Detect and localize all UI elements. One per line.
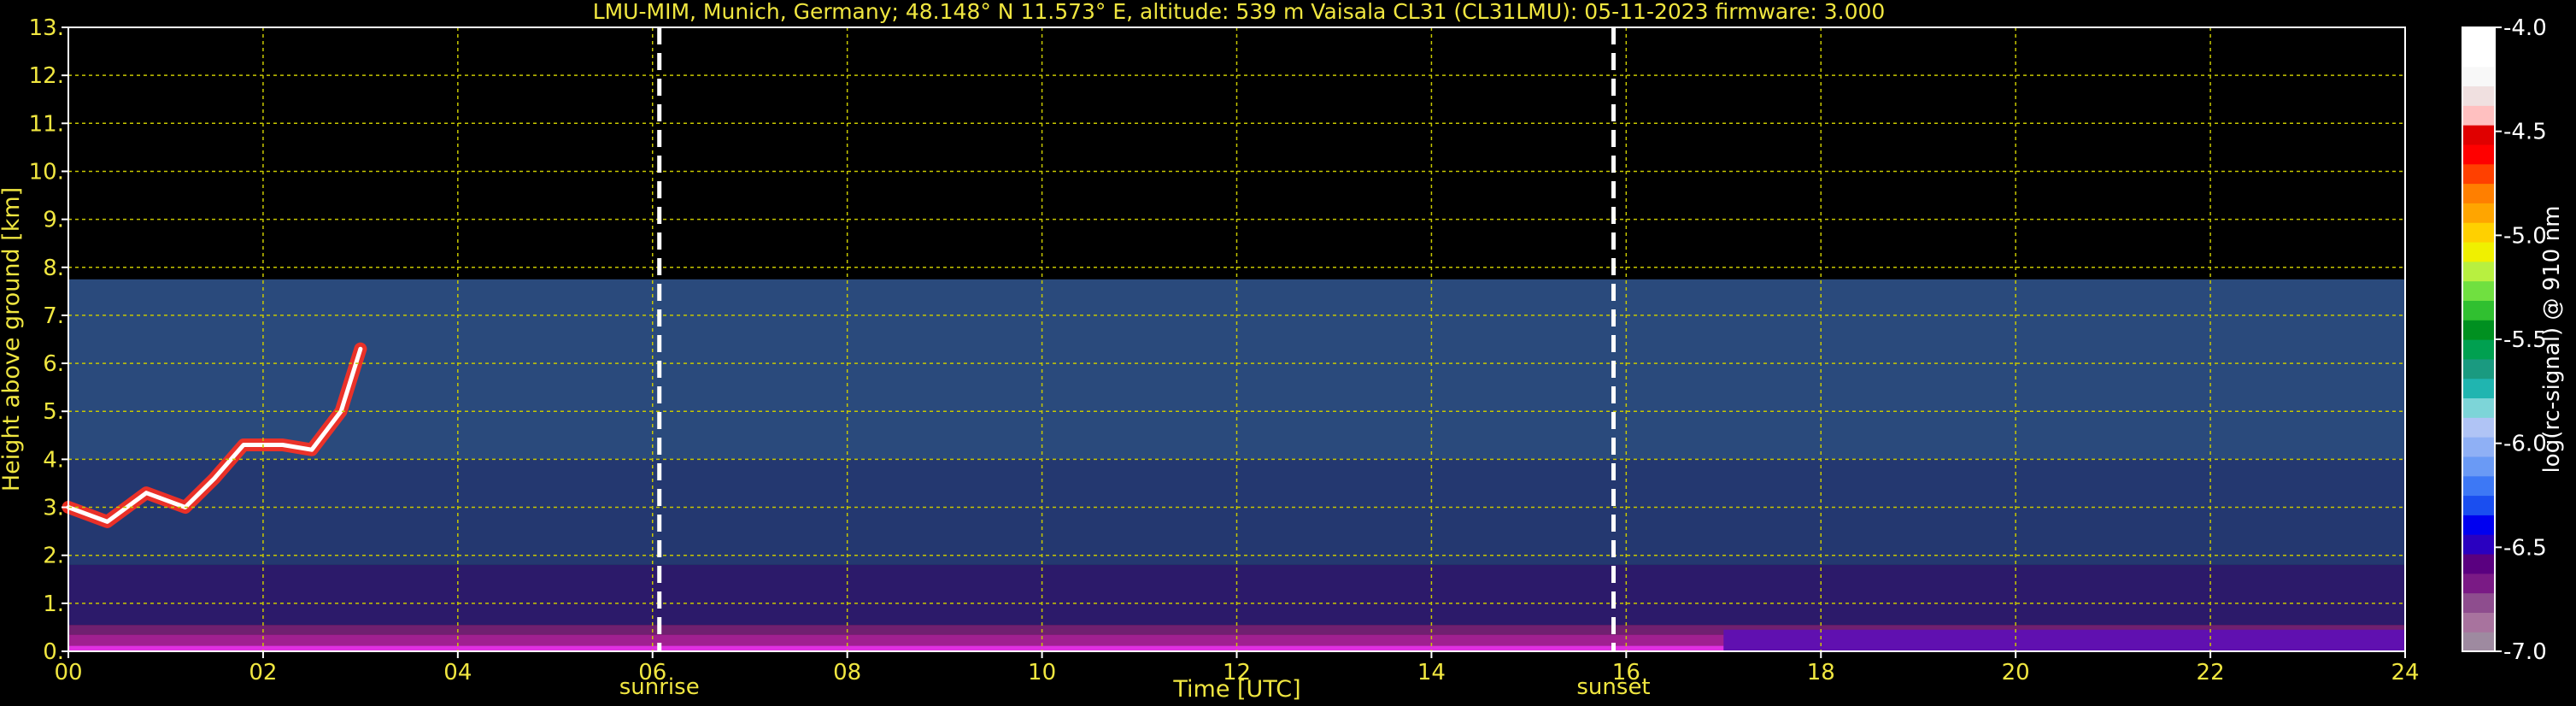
colorbar-segment bbox=[2462, 163, 2495, 185]
colorbar-segment bbox=[2462, 573, 2495, 594]
colorbar-segment bbox=[2462, 300, 2495, 321]
y-tick-label: 13. bbox=[29, 15, 64, 41]
y-tick-label: 9. bbox=[43, 208, 64, 233]
colorbar-segment bbox=[2462, 456, 2495, 477]
colorbar-segment bbox=[2462, 280, 2495, 301]
y-tick-label: 2. bbox=[43, 544, 64, 569]
colorbar-tick-label: -7.0 bbox=[2503, 639, 2547, 665]
y-tick-label: 1. bbox=[43, 591, 64, 617]
colorbar-tick-label: -4.0 bbox=[2503, 15, 2547, 41]
colorbar-segment bbox=[2462, 183, 2495, 203]
colorbar-segment bbox=[2462, 475, 2495, 497]
colorbar-segment bbox=[2462, 261, 2495, 282]
y-tick-label: 0. bbox=[43, 639, 64, 665]
colorbar-segment bbox=[2462, 85, 2495, 106]
x-tick-label: 14 bbox=[1417, 660, 1446, 685]
colorbar-tick-label: -4.5 bbox=[2503, 120, 2547, 145]
y-tick-label: 11. bbox=[29, 111, 64, 137]
colorbar-segment bbox=[2462, 515, 2495, 535]
y-tick-label: 4. bbox=[43, 447, 64, 473]
y-tick-label: 5. bbox=[43, 399, 64, 425]
colorbar-segment bbox=[2462, 339, 2495, 360]
colorbar-segment bbox=[2462, 358, 2495, 379]
colorbar-segment bbox=[2462, 27, 2495, 48]
x-tick-label: 08 bbox=[833, 660, 861, 685]
colorbar-segment bbox=[2462, 592, 2495, 613]
x-axis-label: Time [UTC] bbox=[1172, 676, 1300, 703]
colorbar-segment bbox=[2462, 222, 2495, 243]
colorbar-segment bbox=[2462, 241, 2495, 262]
colorbar-segment bbox=[2462, 203, 2495, 223]
x-tick-label: 24 bbox=[2391, 660, 2419, 685]
colorbar bbox=[2462, 27, 2495, 652]
colorbar-segment bbox=[2462, 66, 2495, 87]
colorbar-segment bbox=[2462, 320, 2495, 340]
colorbar-segment bbox=[2462, 553, 2495, 574]
y-tick-label: 6. bbox=[43, 351, 64, 377]
colorbar-label: log(rc-signal) @ 910 nm bbox=[2539, 206, 2565, 474]
colorbar-segment bbox=[2462, 534, 2495, 555]
layer-night-aerosol-late bbox=[1723, 629, 2405, 651]
ceilometer-chart: LMU-MIM, Munich, Germany; 48.148° N 11.5… bbox=[0, 0, 2565, 703]
y-axis-label: Height above ground [km] bbox=[0, 187, 25, 491]
colorbar-segment bbox=[2462, 105, 2495, 126]
sunset-label: sunset bbox=[1576, 674, 1650, 700]
colorbar-segment bbox=[2462, 612, 2495, 632]
y-tick-label: 10. bbox=[29, 159, 64, 185]
y-tick-label: 8. bbox=[43, 256, 64, 281]
x-tick-label: 02 bbox=[249, 660, 277, 685]
colorbar-segment bbox=[2462, 144, 2495, 165]
colorbar-segment bbox=[2462, 397, 2495, 418]
colorbar-segment bbox=[2462, 46, 2495, 68]
colorbar-segment bbox=[2462, 125, 2495, 145]
colorbar-segment bbox=[2462, 632, 2495, 652]
sunrise-label: sunrise bbox=[619, 674, 700, 700]
colorbar-segment bbox=[2462, 437, 2495, 457]
x-tick-label: 04 bbox=[443, 660, 472, 685]
chart-title: LMU-MIM, Munich, Germany; 48.148° N 11.5… bbox=[593, 0, 1886, 24]
x-tick-label: 18 bbox=[1807, 660, 1835, 685]
x-tick-label: 20 bbox=[2002, 660, 2030, 685]
colorbar-segment bbox=[2462, 495, 2495, 515]
colorbar-segment bbox=[2462, 378, 2495, 399]
y-tick-label: 12. bbox=[29, 63, 64, 89]
colorbar-tick-label: -6.5 bbox=[2503, 535, 2547, 561]
x-tick-label: 10 bbox=[1028, 660, 1056, 685]
y-tick-label: 3. bbox=[43, 496, 64, 521]
x-tick-label: 22 bbox=[2197, 660, 2225, 685]
y-tick-label: 7. bbox=[43, 303, 64, 329]
colorbar-segment bbox=[2462, 417, 2495, 438]
